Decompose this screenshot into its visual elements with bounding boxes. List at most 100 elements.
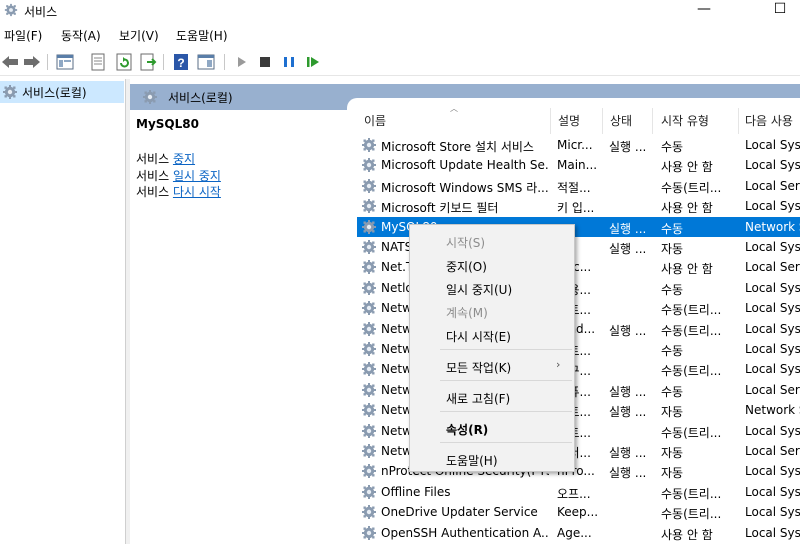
cell-startup: 수동 (661, 384, 684, 399)
cell-desc: Keep... (557, 505, 599, 520)
column-header-name[interactable]: 이름 (364, 112, 386, 129)
service-gear-icon (362, 525, 376, 540)
menu-item-properties[interactable]: 속성(R) (446, 421, 488, 438)
service-gear-icon (362, 423, 376, 438)
cell-desc: 키 입... (557, 201, 595, 216)
show-hide-pane-icon[interactable] (196, 52, 216, 72)
service-gear-icon (362, 219, 376, 234)
forward-arrow-icon[interactable] (22, 52, 42, 72)
tree-item-label: 서비스(로컬) (22, 86, 87, 100)
table-row[interactable]: OpenSSH Authentication A... Age... 사용 안 함 L… (357, 523, 800, 543)
help-icon[interactable]: ? (171, 52, 191, 72)
pause-service-link[interactable]: 일시 중지 (173, 169, 221, 183)
service-gear-icon (362, 199, 376, 214)
column-header-startup-type[interactable]: 시작 유형 (661, 112, 709, 129)
column-divider[interactable] (550, 108, 551, 134)
cell-name: OpenSSH Authentication A... (381, 525, 549, 540)
toolbar-separator (163, 54, 164, 70)
menu-item-pause[interactable]: 일시 중지(U) (446, 281, 512, 298)
cell-startup: 수동(트리... (661, 486, 722, 501)
column-header-status[interactable]: 상태 (610, 112, 632, 129)
selected-service-title: MySQL80 (136, 117, 199, 131)
menu-item-resume[interactable]: 계속(M) (446, 304, 488, 321)
action-restart-line: 서비스 다시 시작 (136, 185, 221, 199)
service-gear-icon (362, 240, 376, 254)
cell-name: Microsoft Store 설치 서비스 (381, 140, 534, 154)
column-header-description[interactable]: 설명 (558, 112, 580, 129)
service-gear-icon (362, 382, 376, 397)
minimize-button[interactable]: — (682, 0, 726, 20)
menu-item-all-tasks[interactable]: 모든 작업(K) (446, 359, 511, 376)
back-arrow-icon[interactable] (0, 52, 20, 72)
cell-logon: Local Syst (745, 505, 800, 520)
service-gear-icon (362, 158, 376, 173)
column-header-logon-as[interactable]: 다음 사용 (745, 112, 793, 129)
cell-status: 실행 ... (609, 323, 647, 338)
properties-page-icon[interactable] (88, 52, 108, 72)
menu-action[interactable]: 동작(A) (61, 27, 101, 44)
restart-service-link[interactable]: 다시 시작 (173, 185, 221, 199)
menu-item-stop[interactable]: 중지(O) (446, 258, 487, 275)
cell-logon: Local Serv (745, 260, 800, 275)
table-row[interactable]: Offline Files 오프... 수동(트리... Local Syst (357, 482, 800, 502)
cell-status: 실행 ... (609, 405, 647, 420)
cell-logon: Local Syst (745, 280, 800, 295)
menu-file[interactable]: 파일(F) (4, 27, 42, 44)
column-divider[interactable] (738, 108, 739, 134)
pause-service-icon[interactable] (279, 52, 299, 72)
cell-status: 실행 ... (609, 242, 647, 256)
toolbar: ? (0, 48, 800, 76)
cell-logon: Network S (745, 403, 800, 418)
menu-bar: 파일(F) 동작(A) 보기(V) 도움말(H) (0, 25, 800, 45)
table-row[interactable]: Microsoft Store 설치 서비스 Micr... 실행 ... 수동 Loc… (357, 135, 800, 155)
cell-logon: Local Syst (745, 484, 800, 499)
cell-startup: 수동(트리... (661, 364, 722, 379)
menu-view[interactable]: 보기(V) (119, 27, 159, 44)
console-tree-icon[interactable] (55, 52, 75, 72)
service-gear-icon (362, 362, 376, 377)
cell-startup: 수동 (661, 282, 684, 297)
service-gear-icon (362, 138, 376, 152)
cell-name: OneDrive Updater Service (381, 505, 538, 520)
action-pause-line: 서비스 일시 중지 (136, 169, 221, 183)
table-row[interactable]: Microsoft Update Health Se... Main... 사용 안… (357, 155, 800, 175)
menu-item-restart[interactable]: 다시 시작(E) (446, 328, 511, 345)
cell-logon: Local Syst (745, 199, 800, 214)
cell-desc: Age... (557, 525, 592, 540)
maximize-button[interactable]: ☐ (758, 0, 800, 20)
menu-item-refresh[interactable]: 새로 고침(F) (446, 390, 510, 407)
cell-startup: 자동 (661, 466, 684, 481)
cell-startup: 수동(트리... (661, 425, 722, 440)
menu-item-help[interactable]: 도움말(H) (446, 452, 498, 469)
menu-item-start[interactable]: 시작(S) (446, 234, 485, 251)
stop-service-icon[interactable] (255, 52, 275, 72)
column-divider[interactable] (652, 108, 653, 134)
cell-logon: Local Syst (745, 240, 800, 254)
tree-item-services-local[interactable]: 서비스(로컬) (0, 81, 124, 103)
menu-help[interactable]: 도움말(H) (176, 27, 228, 44)
cell-startup: 수동(트리... (661, 507, 722, 522)
action-stop-line: 서비스 중지 (136, 152, 196, 166)
table-row[interactable]: Microsoft Windows SMS 라... 적절... 수동(트리... L… (357, 176, 800, 196)
gear-icon (3, 85, 17, 99)
table-row[interactable]: OneDrive Updater Service Keep... 수동(트리... L… (357, 502, 800, 522)
service-gear-icon (362, 403, 376, 418)
cell-startup: 수동 (661, 344, 684, 358)
sort-ascending-icon: ︿ (450, 104, 458, 113)
cell-startup: 사용 안 함 (661, 201, 713, 216)
table-row[interactable]: Microsoft 키보드 필터 키 입... 사용 안 함 Local Syst (357, 196, 800, 216)
cell-startup: 자동 (661, 242, 684, 256)
cell-name: Microsoft 키보드 필터 (381, 201, 499, 216)
export-list-icon[interactable] (138, 52, 158, 72)
menu-separator (440, 349, 572, 350)
restart-service-icon[interactable] (303, 52, 323, 72)
cell-startup: 자동 (661, 405, 684, 420)
refresh-icon[interactable] (114, 52, 134, 72)
start-service-icon[interactable] (232, 52, 252, 72)
column-divider[interactable] (602, 108, 603, 134)
stop-service-link[interactable]: 중지 (173, 152, 195, 166)
cell-logon: Local Syst (745, 301, 800, 316)
svg-text:?: ? (177, 56, 184, 70)
cell-logon: Local Syst (745, 321, 800, 336)
toolbar-separator (47, 54, 48, 70)
